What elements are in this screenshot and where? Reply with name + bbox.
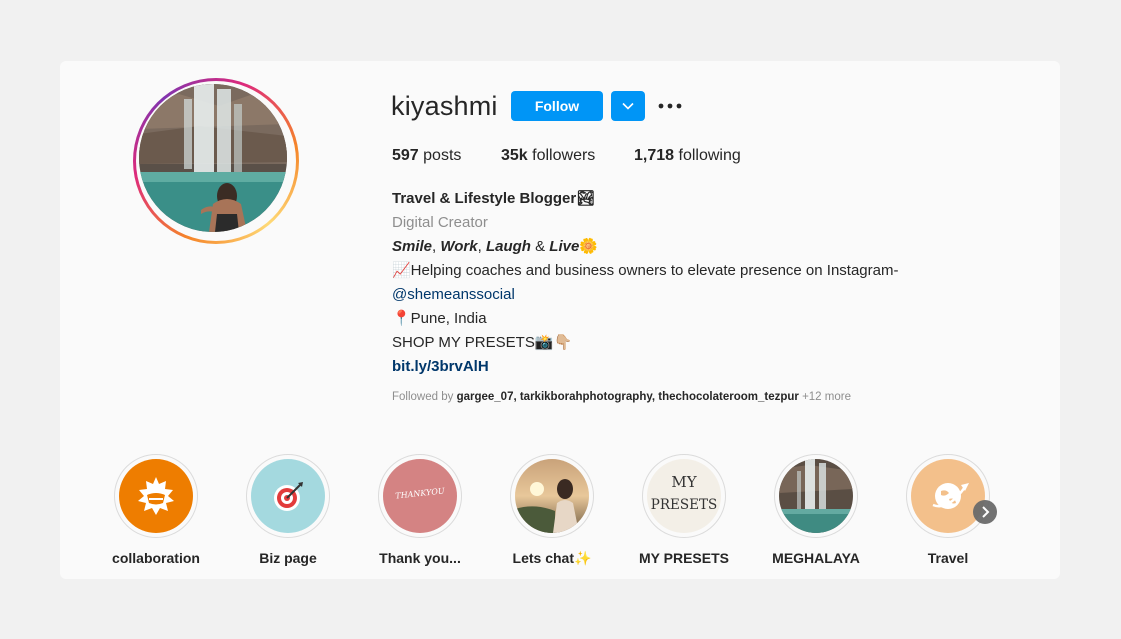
thankyou-text: THANKYOU [394, 486, 446, 501]
waterfall-photo [779, 459, 853, 533]
posts-stat: 597 posts [392, 147, 462, 164]
highlight-my-presets[interactable]: MY PRESETS MY PRESETS [618, 454, 750, 566]
bio-mention-link[interactable]: @shemeanssocial [392, 283, 992, 307]
highlight-label: MEGHALAYA [772, 550, 860, 566]
highlight-label: Travel [927, 550, 969, 566]
highlight-meghalaya[interactable]: MEGHALAYA [750, 454, 882, 566]
highlight-biz-page[interactable]: Biz page [222, 454, 354, 566]
portrait-photo [515, 459, 589, 533]
chevron-down-icon [622, 102, 634, 110]
presets-text-line1: MY [671, 473, 697, 491]
presets-text-line2: PRESETS [650, 497, 718, 513]
highlight-label: collaboration [112, 550, 200, 566]
handshake-icon [138, 477, 174, 515]
highlights-next-button[interactable] [973, 500, 997, 524]
following-stat[interactable]: 1,718 following [634, 147, 741, 165]
bio-category: Digital Creator [392, 214, 488, 231]
highlight-label: Biz page [259, 550, 317, 566]
highlight-collaboration[interactable]: collaboration [90, 454, 222, 566]
bio-location: 📍Pune, India [392, 310, 487, 327]
more-options-button[interactable] [657, 97, 683, 115]
bio-shop-line: SHOP MY PRESETS📸👇🏼 [392, 334, 573, 351]
bio-helping-line: 📈Helping coaches and business owners to … [392, 262, 899, 279]
highlight-label: Lets chat✨ [512, 550, 592, 566]
highlight-label: MY PRESETS [639, 550, 729, 566]
target-icon [274, 482, 303, 511]
bio-website-link[interactable]: bit.ly/3brvAlH [392, 355, 992, 379]
followed-by[interactable]: Followed by gargee_07, tarkikborahphotog… [392, 391, 851, 403]
suggestions-dropdown-button[interactable] [611, 91, 645, 121]
highlight-label: Thank you... [379, 550, 461, 566]
profile-bio: Travel & Lifestyle Blogger🏞 Digital Crea… [392, 187, 992, 379]
bio-tagline: Smile, Work, Laugh & Live🌼 [392, 238, 598, 255]
highlight-lets-chat[interactable]: Lets chat✨ [486, 454, 618, 567]
followers-stat[interactable]: 35k followers [501, 147, 595, 165]
highlight-thank-you[interactable]: THANKYOU Thank you... [354, 454, 486, 566]
profile-avatar-ring[interactable] [133, 78, 299, 244]
more-dots-icon [658, 103, 682, 109]
chevron-right-icon [982, 506, 990, 518]
profile-username: kiyashmi [391, 91, 498, 121]
bio-name: Travel & Lifestyle Blogger🏞 [392, 190, 596, 207]
avatar[interactable] [139, 84, 287, 232]
follow-button[interactable]: Follow [511, 91, 603, 121]
